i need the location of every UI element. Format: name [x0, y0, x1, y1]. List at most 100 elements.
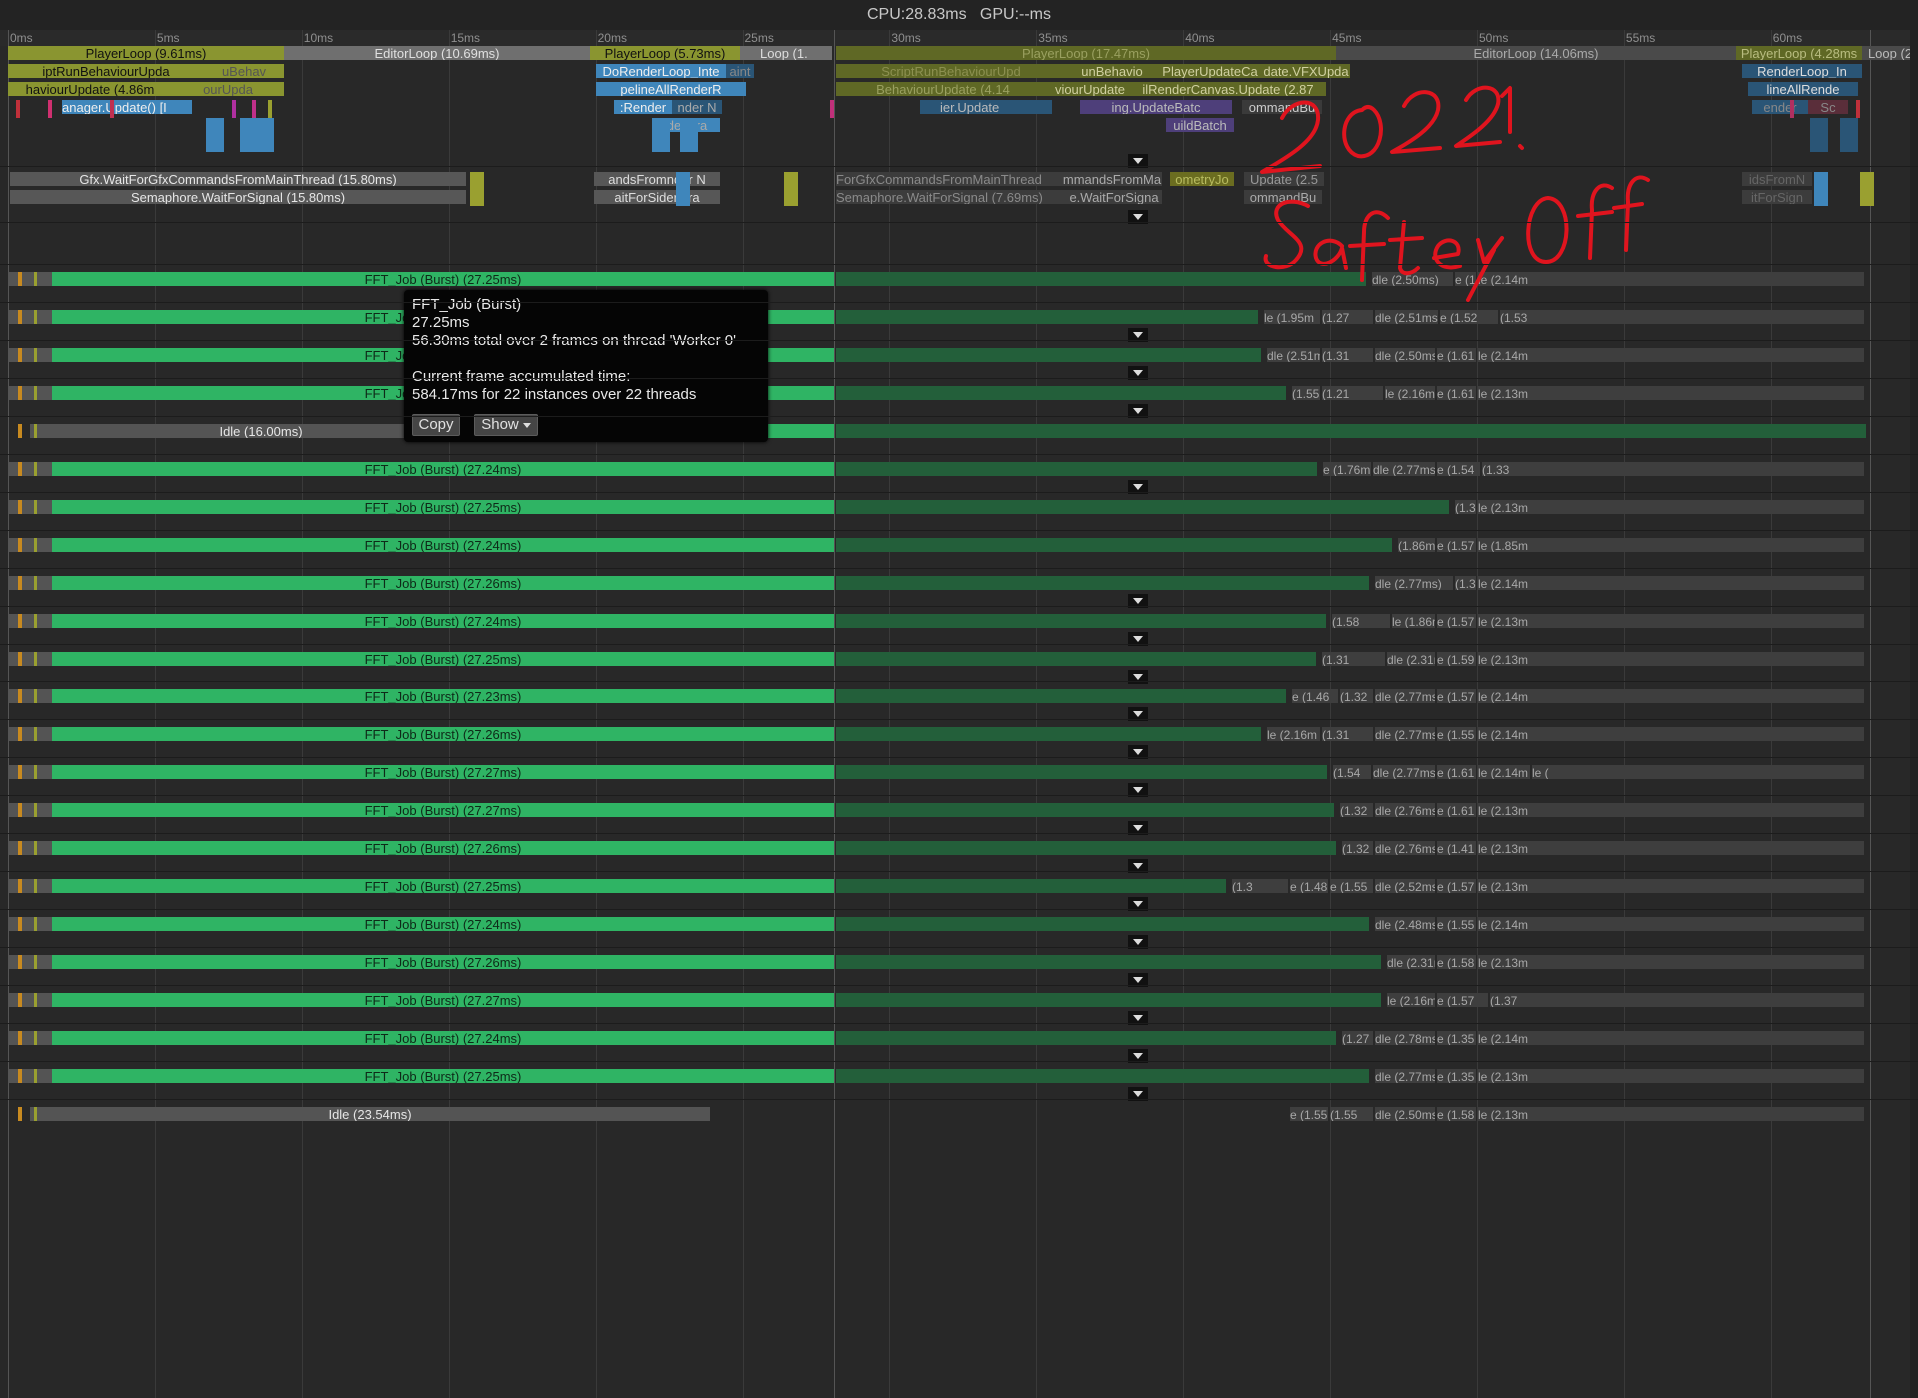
idle-tail-bar[interactable]: le (2.14m	[1478, 272, 1864, 286]
fft-job-bar[interactable]: FFT_Job (Burst) (27.24ms)	[52, 614, 834, 628]
idle-tail-bar[interactable]: le (	[1532, 765, 1864, 779]
idle-tail-bar[interactable]: le (2.13m	[1478, 955, 1864, 969]
idle-tail-bar[interactable]: e (1.61	[1437, 803, 1476, 817]
idle-tail-bar[interactable]: e (1.57	[1437, 614, 1476, 628]
idle-tail-bar[interactable]: dle (2.77ms)	[1375, 576, 1453, 590]
idle-tail-bar[interactable]: (1.32	[1340, 689, 1373, 703]
idle-tail-bar[interactable]: (1.38	[1455, 500, 1476, 514]
pipeline-render-bar[interactable]: pelineAllRenderR	[596, 82, 746, 96]
idle-tail-bar[interactable]: dle (2.78ms)	[1375, 1031, 1435, 1045]
idle-tail-bar[interactable]: dle (2.77ms)	[1375, 1069, 1435, 1083]
update-batch-bar[interactable]: ing.UpdateBatc	[1080, 100, 1232, 114]
paint-bar[interactable]: aint	[726, 64, 754, 78]
idle-tail-bar[interactable]: e (1.54	[1455, 272, 1476, 286]
editor-loop-bar[interactable]: EditorLoop (10.69ms)	[284, 46, 590, 60]
fft-job-bar[interactable]: FFT_Job (Burst) (27.27ms)	[52, 765, 834, 779]
idle-tail-bar[interactable]: (1.58	[1332, 614, 1390, 628]
show-dropdown-button[interactable]: Show	[474, 414, 538, 436]
idle-tail-bar[interactable]: dle (2.76ms)	[1375, 803, 1435, 817]
idle-tail-bar[interactable]: le (2.16m	[1385, 386, 1435, 400]
idle-tail-bar[interactable]: e (1.35	[1437, 1069, 1476, 1083]
idle-tail-bar[interactable]: le (2.13m	[1478, 500, 1864, 514]
copy-button[interactable]: Copy	[412, 414, 460, 436]
fft-job-bar[interactable]: FFT_Job (Burst) (27.23ms)	[52, 689, 834, 703]
idle-tail-bar[interactable]: e (1.55	[1290, 1107, 1328, 1121]
timeline-view[interactable]: PlayerLoop (9.61ms) EditorLoop (10.69ms) P…	[0, 46, 1918, 1398]
geometry-job-bar[interactable]: ometryJo	[1170, 172, 1234, 186]
idle-tail-bar[interactable]: le (2.14m	[1478, 917, 1864, 931]
player-loop-bar[interactable]: PlayerLoop (17.47ms)	[836, 46, 1336, 60]
command-buffer-bar[interactable]: ommandBu	[1242, 100, 1322, 114]
idle-tail-bar[interactable]: e (1.55	[1330, 879, 1373, 893]
fft-job-bar[interactable]: FFT_Job (Burst) (27.25ms)	[52, 652, 834, 666]
idle-tail-bar[interactable]: dle (2.31ms	[1387, 955, 1435, 969]
render-bar[interactable]: nder N	[672, 100, 722, 114]
idle-tail-bar[interactable]: le (2.14m	[1478, 765, 1530, 779]
fft-job-bar[interactable]: FFT_Job (Burst) (27.26ms)	[52, 576, 834, 590]
idle-tail-bar[interactable]: le (2.14m	[1478, 576, 1864, 590]
vfx-update-bar[interactable]: date.VFXUpda	[1262, 64, 1350, 78]
idle-tail-bar[interactable]: le (1.86m	[1392, 614, 1435, 628]
script-run-bar[interactable]: uBehav	[204, 64, 284, 78]
idle-tail-bar[interactable]: (1.86m	[1398, 538, 1435, 552]
idle-tail-bar[interactable]: e (1.46	[1292, 689, 1338, 703]
idle-tail-bar[interactable]: le (2.13m	[1478, 803, 1864, 817]
semaphore-wait-bar[interactable]: Semaphore.WaitForSignal (15.80ms)	[10, 190, 466, 204]
idle-tail-bar[interactable]: (1.53	[1500, 310, 1864, 324]
idle-tail-bar[interactable]: e (1.41	[1437, 841, 1476, 855]
idle-tail-bar[interactable]: (1.55	[1330, 1107, 1373, 1121]
idle-tail-bar[interactable]: dle (2.51ms)	[1267, 348, 1320, 362]
idle-tail-bar[interactable]: (1.33	[1482, 462, 1864, 476]
fft-job-bar[interactable]: FFT_Job (Burst) (27.25ms)	[52, 879, 834, 893]
idle-tail-bar[interactable]: dle (2.77ms)	[1375, 689, 1435, 703]
idle-tail-bar[interactable]: (1.21	[1322, 386, 1383, 400]
fft-job-bar[interactable]: FFT_Job (Burst) (27.27ms)	[52, 993, 834, 1007]
fft-job-bar[interactable]: FFT_Job (Burst) (27.25ms)	[52, 1069, 834, 1083]
fft-job-bar[interactable]: FFT_Job (Burst) (27.24ms)	[52, 917, 834, 931]
manager-update-bar[interactable]: ier.Update	[920, 100, 1052, 114]
fft-job-bar[interactable]: FFT_Job (Burst) (27.26ms)	[52, 955, 834, 969]
idle-tail-bar[interactable]: (1.31	[1322, 727, 1373, 741]
idle-tail-bar[interactable]: dle (2.77ms)	[1373, 462, 1435, 476]
idle-tail-bar[interactable]: e (1.35	[1437, 1031, 1476, 1045]
behaviour-update-bar[interactable]: BehaviourUpdate (4.14	[836, 82, 1050, 96]
idle-tail-bar[interactable]: e (1.61	[1437, 765, 1476, 779]
update-bar[interactable]: Update (2.5	[1244, 172, 1324, 186]
idle-tail-bar[interactable]: e (1.61	[1437, 348, 1476, 362]
script-run-bar[interactable]: iptRunBehaviourUpda	[8, 64, 204, 78]
idle-tail-bar[interactable]: e (1.48	[1290, 879, 1328, 893]
semaphore-wait-bar[interactable]: e.WaitForSigna	[1066, 190, 1162, 204]
idle-tail-bar[interactable]: e (1.57	[1437, 879, 1476, 893]
idle-tail-bar[interactable]: le (2.14m	[1478, 689, 1864, 703]
player-loop-bar[interactable]: PlayerLoop (4.28ms	[1736, 46, 1862, 60]
idle-tail-bar[interactable]: (1.55	[1292, 386, 1320, 400]
fft-job-bar[interactable]: FFT_Job (Burst) (27.26ms)	[52, 841, 834, 855]
idle-tail-bar[interactable]: le (2.14m	[1478, 348, 1864, 362]
render-bar[interactable]: :Render	[614, 100, 672, 114]
idle-tail-bar[interactable]: (1.33	[1455, 576, 1476, 590]
do-render-loop-bar[interactable]: DoRenderLoop_Inte	[596, 64, 726, 78]
fft-job-bar[interactable]: FFT_Job (Burst) (27.25ms)	[52, 500, 834, 514]
fft-job-bar[interactable]: FFT_Job (Burst) (27.25ms)	[52, 272, 834, 286]
vertical-scrollbar[interactable]	[1910, 30, 1918, 1398]
idle-tail-bar[interactable]: le (2.14m	[1478, 1031, 1864, 1045]
player-loop-bar[interactable]: PlayerLoop (9.61ms)	[8, 46, 284, 60]
behaviour-update-bar[interactable]: viourUpdate	[1050, 82, 1130, 96]
pipeline-render-bar[interactable]: lineAllRende	[1748, 82, 1858, 96]
command-buffer-bar[interactable]: ommandBu	[1244, 190, 1322, 204]
idle-tail-bar[interactable]: dle (2.52ms)	[1375, 879, 1435, 893]
time-ruler[interactable]: 0ms 5ms 10ms 15ms 20ms 25ms 30ms 35ms 40ms 45ms 50…	[0, 30, 1918, 46]
gfx-wait-bar[interactable]: mmandsFromMa	[1062, 172, 1162, 186]
loop-bar[interactable]: Loop (1.	[740, 46, 832, 60]
idle-tail-bar[interactable]: dle (2.77ms)	[1373, 765, 1435, 779]
idle-tail-bar[interactable]: (1.31	[1322, 348, 1373, 362]
idle-tail-bar[interactable]: dle (2.77ms)	[1375, 727, 1435, 741]
fft-job-bar[interactable]: FFT_Job (Burst) (27.26ms)	[52, 727, 834, 741]
semaphore-wait-bar[interactable]: Semaphore.WaitForSignal (7.69ms)	[836, 190, 1066, 204]
idle-tail-bar[interactable]: le (2.14m	[1478, 727, 1864, 741]
idle-tail-bar[interactable]: le (2.13m	[1478, 386, 1864, 400]
idle-tail-bar[interactable]: dle (2.50ms	[1375, 1107, 1435, 1121]
idle-tail-bar[interactable]: dle (2.50ms	[1375, 348, 1435, 362]
idle-tail-bar[interactable]: e (1.57	[1437, 993, 1488, 1007]
idle-tail-bar[interactable]: (1.31	[1322, 652, 1385, 666]
